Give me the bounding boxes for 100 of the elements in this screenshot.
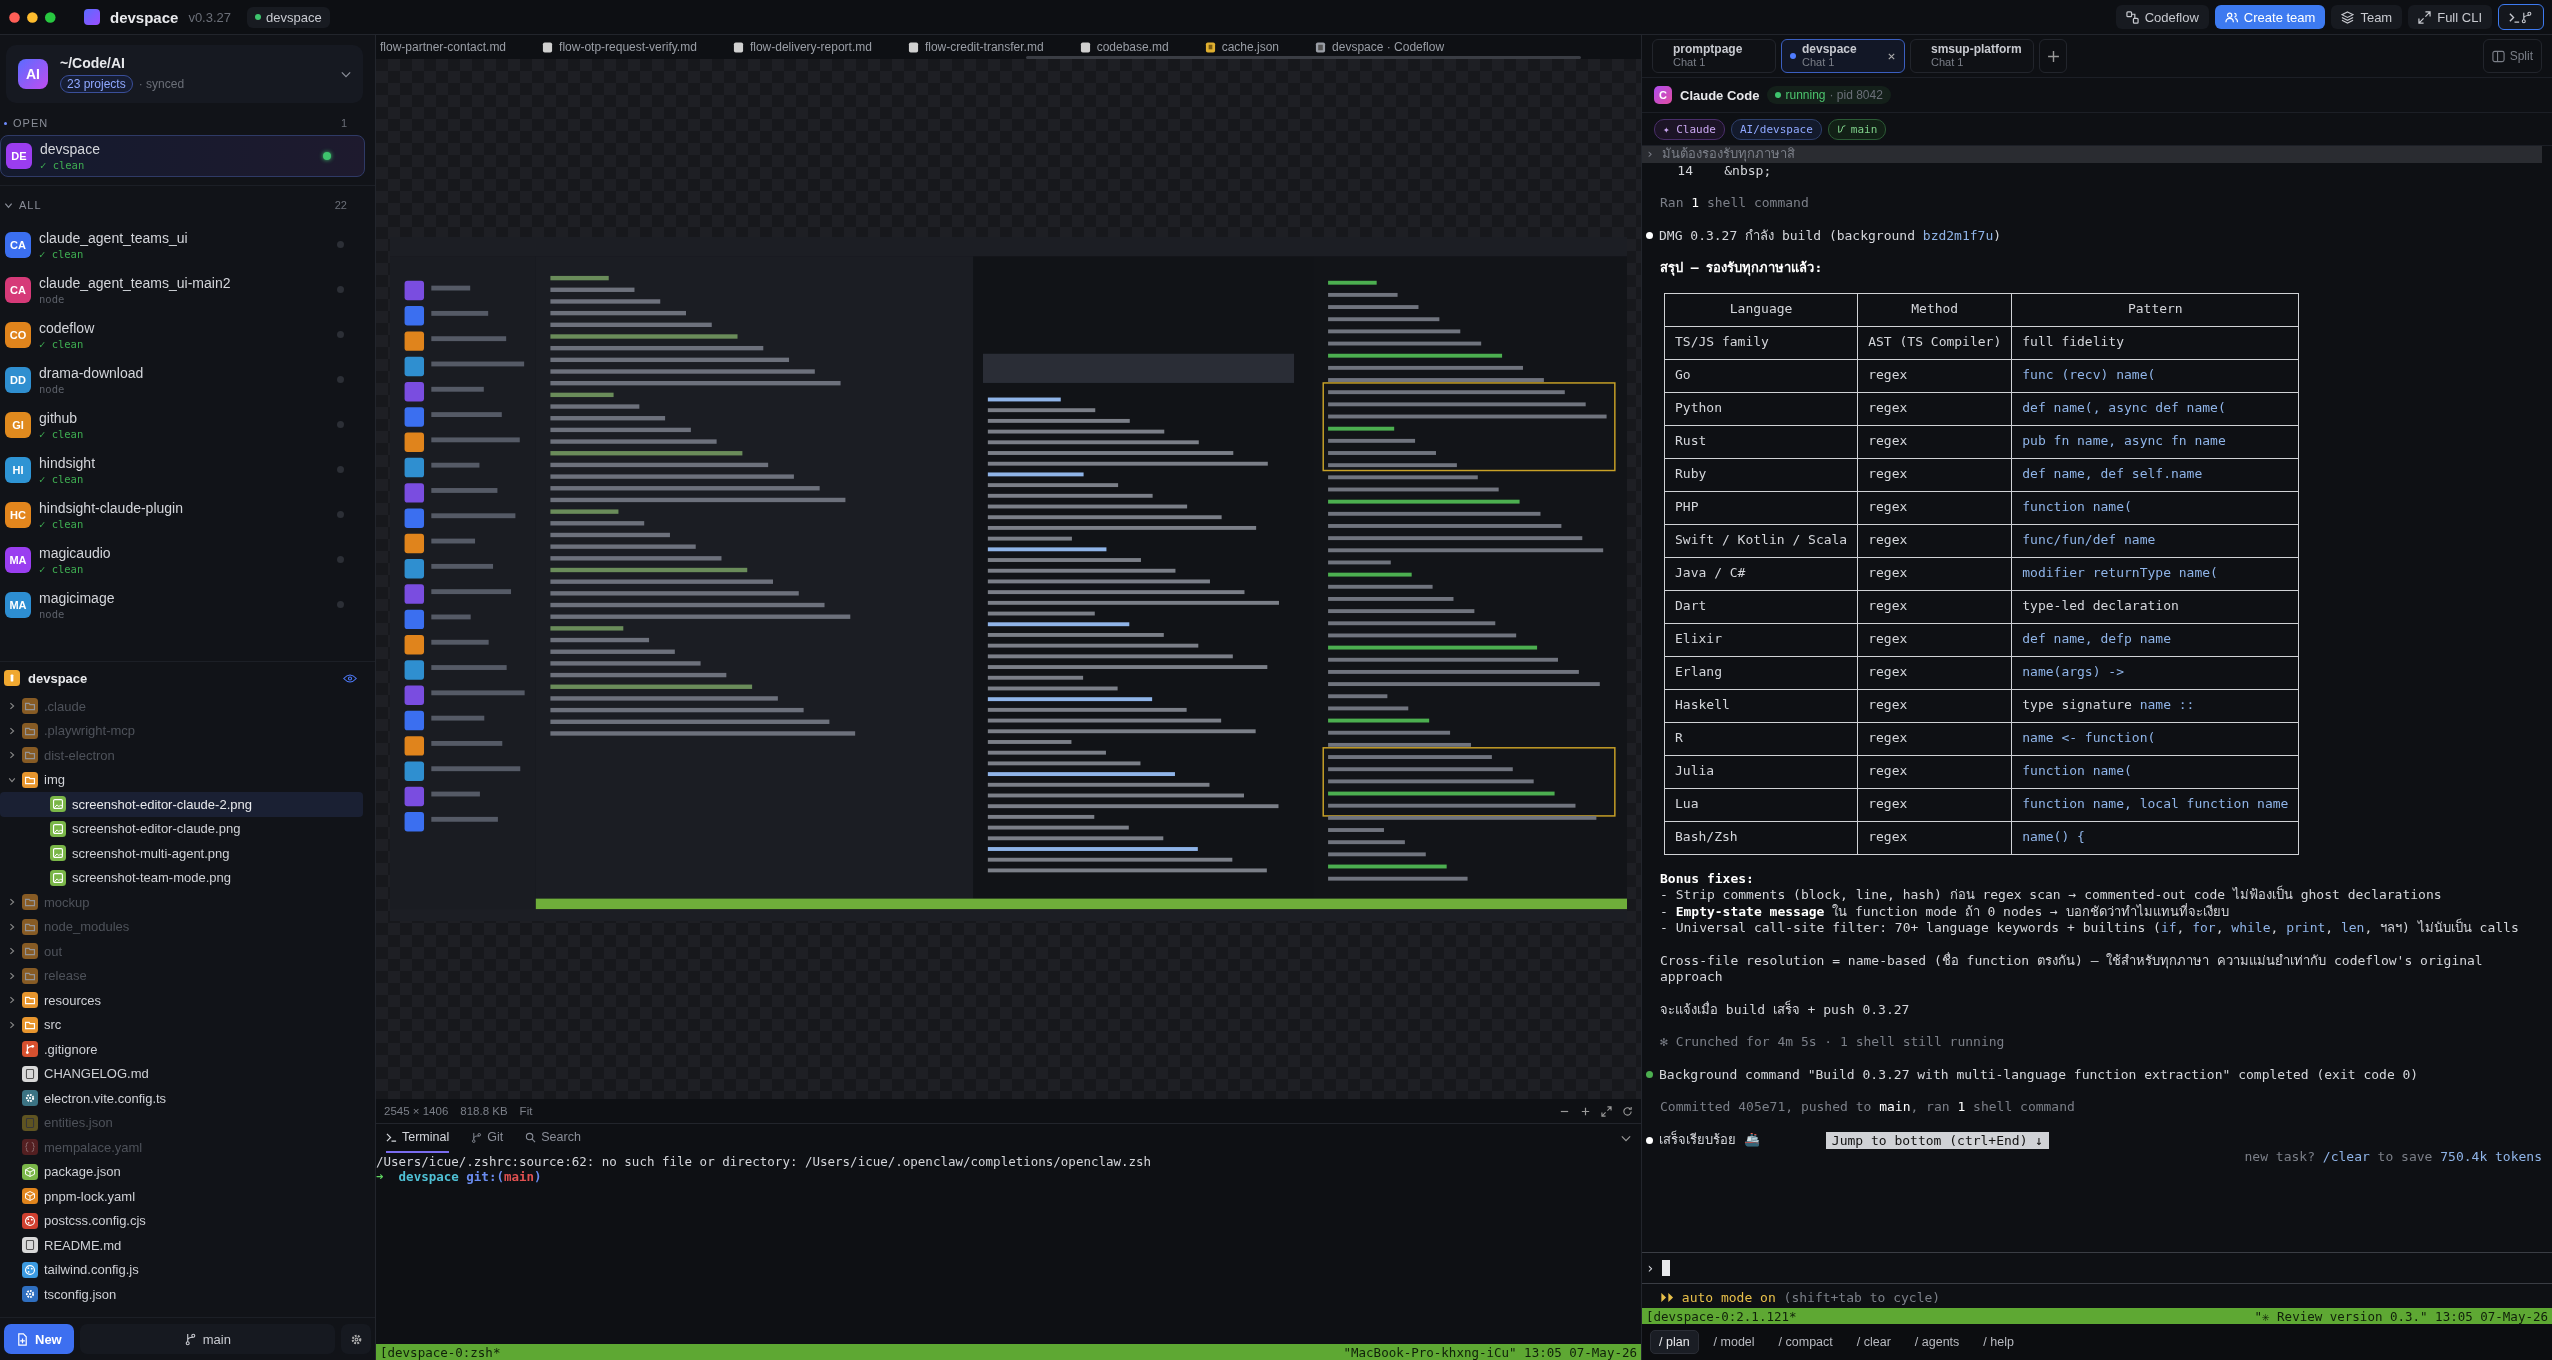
project-item[interactable]: CA claude_agent_teams_ui-main2 node [0, 267, 375, 312]
file-tree-item[interactable]: screenshot-team-mode.png [0, 865, 363, 890]
workspace-card[interactable]: AI ~/Code/AI 23 projects · synced [6, 45, 363, 103]
file-tree-item[interactable]: pnpm-lock.yaml [0, 1184, 363, 1209]
editor-tab[interactable]: cache.json [1204, 40, 1280, 54]
file-tree-item[interactable]: src [0, 1012, 363, 1037]
new-button[interactable]: New [4, 1324, 74, 1354]
project-item[interactable]: CA claude_agent_teams_ui ✓ clean [0, 222, 375, 267]
project-avatar: CA [5, 276, 31, 303]
message-text: - Empty-state message ใน function mode ถ้า 0 nodes → บอกชัดว่าทำไมแทนที่จะเงียบ [1660, 903, 2229, 919]
header-button[interactable]: Codeflow [2115, 5, 2209, 29]
project-item[interactable]: DD drama-download node [0, 357, 375, 402]
workspace-badge[interactable]: devspace [247, 6, 330, 28]
close-icon[interactable] [1887, 51, 1896, 61]
file-tree-item[interactable]: tailwind.config.js [0, 1257, 363, 1282]
tree-root-name: devspace [28, 670, 89, 686]
gear-icon [22, 1286, 38, 1303]
branch-button[interactable]: main [79, 1324, 335, 1354]
editor-tab[interactable]: flow-delivery-report.md [732, 40, 872, 54]
zoom-in-icon[interactable] [1580, 1105, 1591, 1117]
table-cell: regex [1857, 689, 2012, 722]
header-button[interactable]: Team [2331, 5, 2403, 29]
header-button[interactable]: Full CLI [2408, 5, 2492, 29]
column-header: Language [1664, 293, 1858, 326]
command-button[interactable]: / plan [1650, 1330, 1699, 1354]
panel-tab[interactable]: Search [525, 1123, 581, 1153]
file-tree-item[interactable]: screenshot-multi-agent.png [0, 841, 363, 866]
message-text: สรุป — รองรับทุกภาษาแล้ว: [1660, 260, 1823, 275]
header-button[interactable]: Create team [2214, 5, 2326, 29]
layers-icon [2341, 10, 2355, 24]
table-cell: regex [1857, 491, 2012, 524]
tmux-session: [devspace-0:2.1.121* [1646, 1308, 1797, 1324]
project-avatar: HI [5, 456, 31, 483]
people-icon [2224, 10, 2238, 24]
editor-tab[interactable]: codebase.md [1079, 40, 1169, 54]
expand-icon[interactable] [1601, 1105, 1612, 1117]
project-item[interactable]: DE devspace ✓ clean [1, 136, 364, 176]
project-status: ✓ clean [39, 562, 85, 575]
table-cell: def name, defp name [2011, 623, 2299, 656]
chevron-icon [8, 775, 16, 784]
command-button[interactable]: / help [1974, 1330, 2023, 1354]
text-cursor[interactable] [1662, 1260, 1671, 1276]
table-cell: modifier returnType name( [2011, 557, 2299, 590]
command-button[interactable]: / model [1704, 1330, 1764, 1354]
refresh-icon[interactable] [1622, 1105, 1633, 1117]
json-file-icon [1204, 41, 1216, 53]
add-tab-button[interactable] [2039, 39, 2067, 73]
chat-tab[interactable]: devspace Chat 1 [1781, 39, 1905, 73]
chevron-down-icon [341, 70, 351, 78]
editor-tab[interactable]: flow-partner-contact.md [380, 40, 507, 54]
table-cell: regex [1857, 557, 2012, 590]
file-tree-item[interactable]: electron.vite.config.ts [0, 1086, 363, 1111]
table-cell: regex [1857, 755, 2012, 788]
project-item[interactable]: HC hindsight-claude-plugin ✓ clean [0, 492, 375, 537]
project-avatar: HC [5, 501, 31, 528]
context-chip: ✦ Claude [1654, 118, 1725, 140]
file-tree-item[interactable]: README.md [0, 1233, 363, 1258]
table-cell: regex [1857, 623, 2012, 656]
split-button[interactable]: Split [2482, 39, 2542, 73]
file-tree-item[interactable]: .gitignore [0, 1037, 363, 1062]
project-item[interactable]: CO codeflow ✓ clean [0, 312, 375, 357]
table-cell: Haskell [1664, 689, 1858, 722]
project-item[interactable]: MA magicaudio ✓ clean [0, 537, 375, 582]
chat-tab[interactable]: smsup-platform Chat 1 [1910, 39, 2034, 73]
file-tree-item[interactable]: tsconfig.json [0, 1282, 363, 1307]
file-tree-item[interactable]: resources [0, 988, 363, 1013]
file-tree-item[interactable]: postcss.config.cjs [0, 1208, 363, 1233]
project-item[interactable]: HI hindsight ✓ clean [0, 447, 375, 492]
zoom-mode[interactable]: Fit [519, 1105, 533, 1117]
project-avatar: CA [5, 231, 31, 258]
editor-tab[interactable]: flow-credit-transfer.md [907, 40, 1044, 54]
panel-tab[interactable]: Git [471, 1123, 504, 1153]
settings-button[interactable] [341, 1324, 371, 1354]
editor-tab[interactable]: flow-otp-request-verify.md [542, 40, 697, 54]
hint-text: new task? /clear to save 750.4k tokens [2244, 1148, 2542, 1164]
expand-icon [2418, 10, 2432, 24]
file-tree-item[interactable]: CHANGELOG.md [0, 1061, 363, 1086]
command-button[interactable]: / agents [1905, 1330, 1969, 1354]
output-line: 14 &nbsp; [1676, 162, 1772, 178]
file-tree-item[interactable]: screenshot-editor-claude.png [0, 816, 363, 841]
table-cell: regex [1857, 392, 2012, 425]
project-item[interactable]: GI github ✓ clean [0, 402, 375, 447]
editor-tab[interactable]: devspace · Codeflow [1315, 40, 1445, 54]
command-button[interactable]: / clear [1847, 1330, 1900, 1354]
project-item[interactable]: MA magicimage node [0, 582, 375, 627]
chat-tab[interactable]: promptpage Chat 1 [1652, 39, 1776, 73]
jump-to-bottom-button[interactable]: Jump to bottom (ctrl+End) ↓ [1825, 1131, 2050, 1149]
eye-icon[interactable] [343, 673, 357, 683]
section-toggle[interactable]: ALL [4, 199, 42, 211]
chevron-down-icon[interactable] [1621, 1134, 1631, 1142]
terminal-toggle-button[interactable] [2498, 4, 2544, 30]
command-button[interactable]: / compact [1769, 1330, 1842, 1354]
table-cell: name <- function( [2011, 722, 2299, 755]
panel-tab[interactable]: Terminal [386, 1123, 450, 1153]
project-avatar: GI [5, 411, 31, 438]
file-tree-item[interactable]: package.json [0, 1159, 363, 1184]
image-icon [50, 796, 66, 813]
file-tree-item[interactable]: screenshot-editor-claude-2.png [0, 792, 363, 817]
file-tree-item[interactable]: img [0, 767, 363, 792]
message-text: จะแจ้งเมื่อ build เสร็จ + push 0.3.27 [1660, 1001, 1910, 1017]
